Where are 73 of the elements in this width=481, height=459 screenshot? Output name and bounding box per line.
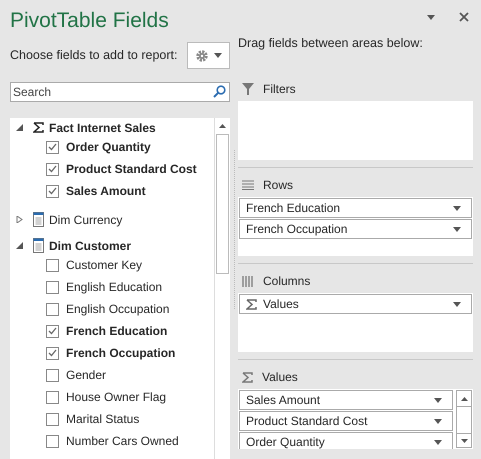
- caret-icon: [434, 398, 442, 402]
- drop-area[interactable]: Values: [238, 293, 473, 352]
- field-name[interactable]: Product Standard Cost: [66, 160, 197, 178]
- checkbox[interactable]: [46, 368, 59, 382]
- field-name[interactable]: Customer Key: [66, 256, 142, 274]
- close-button[interactable]: [459, 12, 469, 22]
- field-name[interactable]: Number Cars Owned: [66, 432, 179, 450]
- scroll-up-icon[interactable]: [460, 396, 468, 400]
- scroll-thumb[interactable]: [216, 134, 229, 274]
- table-name[interactable]: Dim Customer: [49, 236, 132, 254]
- field-name[interactable]: French Occupation: [66, 344, 176, 362]
- field-name[interactable]: Gender: [66, 366, 106, 384]
- sigma-icon: [242, 372, 253, 382]
- expanded-arrow-icon[interactable]: [16, 124, 23, 131]
- caret-icon: [453, 302, 461, 306]
- checkbox[interactable]: [46, 346, 59, 360]
- settings-button[interactable]: [187, 42, 230, 69]
- caret-icon: [434, 418, 442, 424]
- field-name[interactable]: House Owner Flag: [66, 388, 166, 406]
- panel-title: PivotTable Fields: [10, 8, 170, 34]
- table-name[interactable]: Dim Currency: [49, 210, 122, 228]
- checkbox[interactable]: [46, 412, 59, 426]
- table-name[interactable]: Fact Internet Sales: [49, 118, 156, 136]
- area-field[interactable]: Values: [239, 294, 472, 314]
- area-field[interactable]: Sales Amount: [239, 390, 453, 410]
- checkbox[interactable]: [46, 324, 59, 338]
- gear-icon: [195, 48, 209, 62]
- caret-icon: [427, 14, 435, 20]
- checkbox[interactable]: [46, 434, 59, 448]
- area-label: Rows: [263, 177, 294, 194]
- drop-area[interactable]: French Education French Occupation: [238, 197, 473, 256]
- field-name[interactable]: Order Quantity: [66, 138, 151, 156]
- drag-fields-label: Drag fields between areas below:: [238, 35, 424, 52]
- expanded-arrow-icon[interactable]: [16, 242, 23, 249]
- area-field[interactable]: French Occupation: [239, 219, 472, 239]
- field-name[interactable]: Sales Amount: [66, 182, 146, 200]
- sigma-icon: [33, 122, 44, 133]
- area-label: Columns: [263, 273, 310, 290]
- checkbox[interactable]: [46, 390, 59, 404]
- table-icon: [33, 238, 44, 253]
- columns-icon: [242, 276, 254, 286]
- checkbox[interactable]: [46, 302, 59, 316]
- checkbox[interactable]: [46, 280, 59, 294]
- scroll-up-icon[interactable]: [219, 124, 226, 128]
- field-name[interactable]: French Education: [66, 322, 168, 340]
- table-icon: [33, 212, 44, 227]
- search-field[interactable]: Search: [10, 82, 230, 102]
- field-name[interactable]: Marital Status: [66, 410, 140, 428]
- caret-icon: [214, 53, 222, 58]
- area-label: Filters: [263, 81, 296, 98]
- checkbox[interactable]: [46, 184, 59, 198]
- filter-icon: [242, 83, 254, 95]
- field-name[interactable]: English Education: [66, 278, 162, 296]
- field-name[interactable]: English Occupation: [66, 300, 170, 318]
- drop-area[interactable]: Sales Amount Product Standard Cost Order Quantity: [238, 389, 473, 449]
- caret-icon: [434, 440, 442, 444]
- close-icon: [459, 12, 469, 22]
- search-icon: [213, 85, 226, 98]
- choose-fields-label: Choose fields to add to report:: [10, 47, 178, 64]
- area-field[interactable]: Product Standard Cost: [239, 411, 453, 431]
- area-field[interactable]: Order Quantity: [239, 432, 453, 449]
- area-field[interactable]: French Education: [239, 198, 472, 218]
- caret-icon: [453, 226, 461, 232]
- checkbox[interactable]: [46, 140, 59, 154]
- collapsed-arrow-icon[interactable]: [16, 216, 23, 223]
- caret-icon: [453, 206, 461, 210]
- checkbox[interactable]: [46, 162, 59, 176]
- checkbox[interactable]: [46, 258, 59, 272]
- task-pane-options-button[interactable]: [427, 14, 435, 20]
- scrollbar[interactable]: [456, 390, 472, 448]
- rows-icon: [242, 180, 254, 190]
- scroll-down-icon[interactable]: [460, 438, 468, 442]
- area-label: Values: [262, 369, 298, 386]
